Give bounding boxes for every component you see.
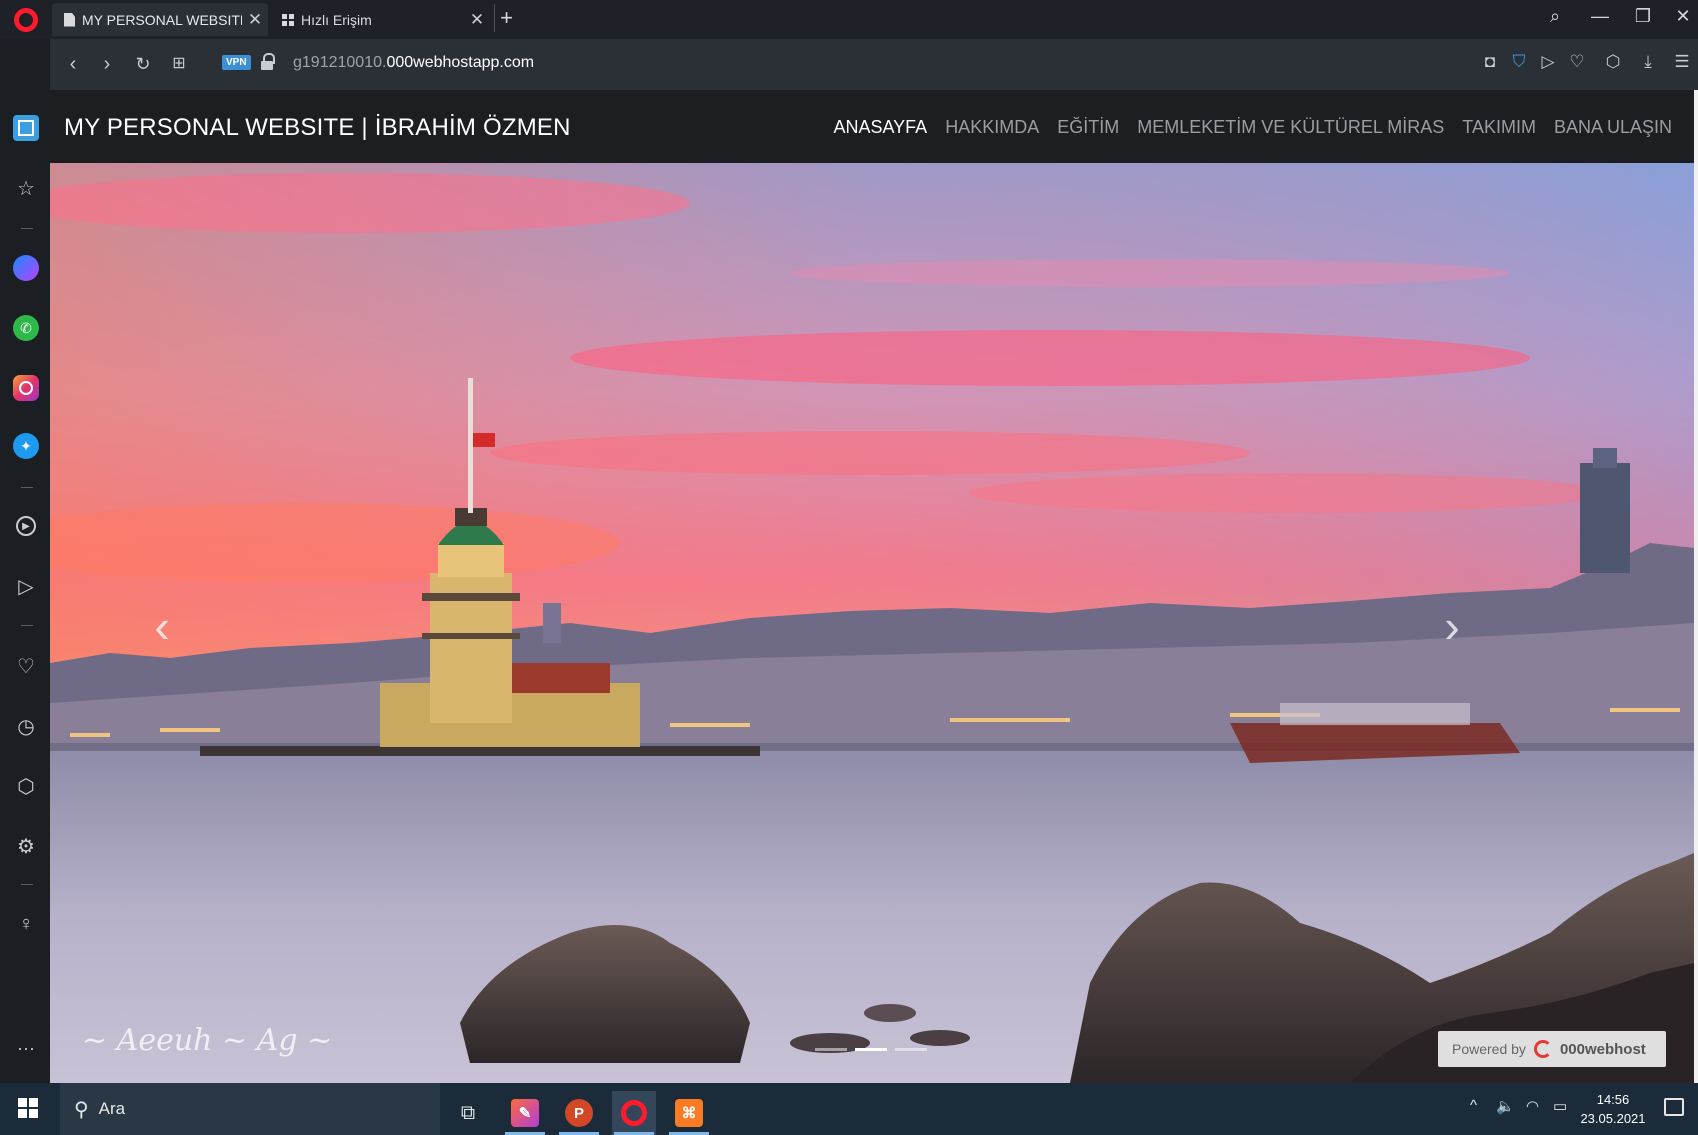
task-view-icon[interactable]: ⧉ bbox=[446, 1091, 490, 1135]
opera-logo-icon[interactable] bbox=[14, 8, 38, 32]
tabs-overview-icon[interactable]: ⊞ bbox=[166, 52, 192, 76]
clock-time: 14:56 bbox=[1596, 1092, 1630, 1107]
new-tab-button[interactable]: + bbox=[494, 4, 518, 32]
taskbar-search-placeholder: Ara bbox=[98, 1099, 126, 1118]
screen: MY PERSONAL WEBSITE | İl ✕ Hızlı Erişim … bbox=[0, 0, 1698, 1135]
messenger-icon[interactable] bbox=[13, 255, 39, 281]
carousel-prev-icon[interactable]: ‹ bbox=[142, 603, 182, 649]
sidebar-divider bbox=[21, 487, 33, 488]
search-tabs-icon[interactable]: ⌕ bbox=[1540, 6, 1570, 27]
reload-icon[interactable]: ↻ bbox=[130, 52, 156, 76]
clock-date: 23.05.2021 bbox=[1580, 1111, 1646, 1126]
windows-start-icon[interactable] bbox=[18, 1098, 38, 1118]
tray-chevron-icon[interactable]: ^ bbox=[1470, 1097, 1477, 1114]
more-icon[interactable]: ··· bbox=[13, 1035, 39, 1061]
send-icon[interactable]: ▷ bbox=[1536, 52, 1560, 72]
address-bar: ‹ › ↻ ⊞ VPN g191210010.000webhostapp.com… bbox=[50, 39, 1698, 90]
tab-my-personal-website[interactable]: MY PERSONAL WEBSITE | İl ✕ bbox=[52, 3, 268, 36]
lock-icon[interactable] bbox=[261, 53, 275, 71]
tab-label: MY PERSONAL WEBSITE | İl bbox=[82, 11, 242, 28]
camera-icon[interactable]: ◘ bbox=[1478, 52, 1502, 72]
twitter-icon[interactable]: ✦ bbox=[13, 433, 39, 459]
url-domain: 000webhostapp.com bbox=[386, 54, 535, 71]
opera-icon[interactable] bbox=[612, 1091, 656, 1135]
menu-item-egitim[interactable]: EĞİTİM bbox=[1057, 117, 1119, 138]
menu-item-takimim[interactable]: TAKIMIM bbox=[1462, 117, 1536, 138]
url-field[interactable]: g191210010.000webhostapp.com bbox=[293, 54, 534, 72]
windows-taskbar: ⚲ Ara ⧉ ✎ P ⌘ ^ 🔈 ◠ ▭ 14:56 23.05.2021 bbox=[0, 1083, 1698, 1135]
paint-app-icon[interactable]: ✎ bbox=[503, 1091, 547, 1135]
close-icon[interactable]: ✕ bbox=[464, 10, 490, 30]
star-icon[interactable]: ☆ bbox=[13, 175, 39, 201]
menu-item-anasayfa[interactable]: ANASAYFA bbox=[833, 117, 927, 138]
browser-tab-strip: MY PERSONAL WEBSITE | İl ✕ Hızlı Erişim … bbox=[0, 0, 1698, 39]
carousel-next-icon[interactable]: › bbox=[1432, 603, 1472, 649]
download-icon[interactable]: ⤓ bbox=[1636, 52, 1660, 72]
carousel-indicator-3[interactable] bbox=[895, 1048, 927, 1051]
webhost-logo-icon bbox=[1533, 1040, 1552, 1058]
carousel-indicators bbox=[815, 1048, 927, 1051]
site-brand[interactable]: MY PERSONAL WEBSITE | İBRAHİM ÖZMEN bbox=[64, 114, 571, 142]
sidebar-divider bbox=[21, 884, 33, 885]
powered-name: 000webhost bbox=[1559, 1040, 1646, 1058]
history-icon[interactable]: ◷ bbox=[13, 713, 39, 739]
sidebar-divider bbox=[21, 228, 33, 229]
cube-icon[interactable]: ⬡ bbox=[1601, 52, 1625, 72]
website-viewport: MY PERSONAL WEBSITE | İBRAHİM ÖZMEN ANAS… bbox=[50, 90, 1694, 1083]
browser-sidebar: ☆ ✆ ✦ ▶ ▷ ♡ ◷ ⬡ ⚙ ♀ ··· bbox=[0, 39, 50, 1083]
bulb-icon[interactable]: ♀ bbox=[13, 911, 39, 937]
window-close-icon[interactable]: ✕ bbox=[1668, 6, 1698, 27]
player-icon[interactable]: ▶ bbox=[13, 513, 39, 539]
menu-icon[interactable]: ☰ bbox=[1670, 52, 1694, 72]
close-icon[interactable]: ✕ bbox=[242, 10, 268, 30]
whatsapp-icon[interactable]: ✆ bbox=[13, 315, 39, 341]
photographer-signature: ~ Aeeuh ~ Ag ~ bbox=[82, 1023, 333, 1058]
taskbar-clock[interactable]: 14:56 23.05.2021 bbox=[1570, 1090, 1656, 1128]
shield-icon[interactable]: ⛉ bbox=[1507, 52, 1531, 72]
back-icon[interactable]: ‹ bbox=[60, 52, 86, 76]
xampp-icon[interactable]: ⌘ bbox=[667, 1091, 711, 1135]
heart-icon[interactable]: ♡ bbox=[13, 653, 39, 679]
site-navbar: MY PERSONAL WEBSITE | İBRAHİM ÖZMEN ANAS… bbox=[50, 90, 1694, 163]
powered-by-badge[interactable]: Powered by 000webhost bbox=[1438, 1031, 1666, 1067]
powerpoint-icon[interactable]: P bbox=[557, 1091, 601, 1135]
minimize-icon[interactable]: — bbox=[1585, 6, 1615, 27]
powered-prefix: Powered by bbox=[1452, 1041, 1526, 1057]
menu-item-bana-ulasin[interactable]: BANA ULAŞIN bbox=[1554, 117, 1672, 138]
settings-icon[interactable]: ⚙ bbox=[13, 833, 39, 859]
tab-hizli-erisim[interactable]: Hızlı Erişim ✕ bbox=[270, 3, 490, 36]
restore-icon[interactable]: ❐ bbox=[1628, 6, 1658, 27]
search-icon: ⚲ bbox=[74, 1098, 89, 1121]
carousel-indicator-1[interactable] bbox=[815, 1048, 847, 1051]
carousel-indicator-2[interactable] bbox=[855, 1048, 887, 1051]
page-icon bbox=[64, 12, 75, 27]
heart-icon[interactable]: ♡ bbox=[1565, 52, 1589, 72]
menu-item-memleketim[interactable]: MEMLEKETİM VE KÜLTÜREL MİRAS bbox=[1137, 117, 1444, 138]
site-menu: ANASAYFA HAKKIMDA EĞİTİM MEMLEKETİM VE K… bbox=[833, 117, 1672, 138]
speed-dial-icon bbox=[282, 13, 294, 26]
volume-icon[interactable]: 🔈 bbox=[1496, 1097, 1515, 1115]
forward-icon[interactable]: › bbox=[94, 52, 120, 76]
taskbar-search[interactable]: ⚲ Ara bbox=[60, 1083, 440, 1135]
tab-label: Hızlı Erişim bbox=[301, 11, 372, 28]
cube-icon[interactable]: ⬡ bbox=[13, 773, 39, 799]
hero-carousel: ‹ › ~ Aeeuh ~ Ag ~ Powered by 000webhost bbox=[50, 163, 1694, 1083]
send-icon[interactable]: ▷ bbox=[13, 573, 39, 599]
url-prefix: g191210010. bbox=[293, 54, 387, 71]
instagram-icon[interactable] bbox=[13, 375, 39, 401]
vpn-badge[interactable]: VPN bbox=[222, 55, 251, 70]
page-scrollbar[interactable] bbox=[1694, 90, 1698, 1083]
notification-icon[interactable] bbox=[1664, 1098, 1684, 1116]
sidebar-divider bbox=[21, 625, 33, 626]
home-icon[interactable] bbox=[13, 115, 39, 141]
wifi-icon[interactable]: ◠ bbox=[1526, 1097, 1539, 1115]
battery-icon[interactable]: ▭ bbox=[1553, 1097, 1567, 1115]
menu-item-hakkimda[interactable]: HAKKIMDA bbox=[945, 117, 1039, 138]
